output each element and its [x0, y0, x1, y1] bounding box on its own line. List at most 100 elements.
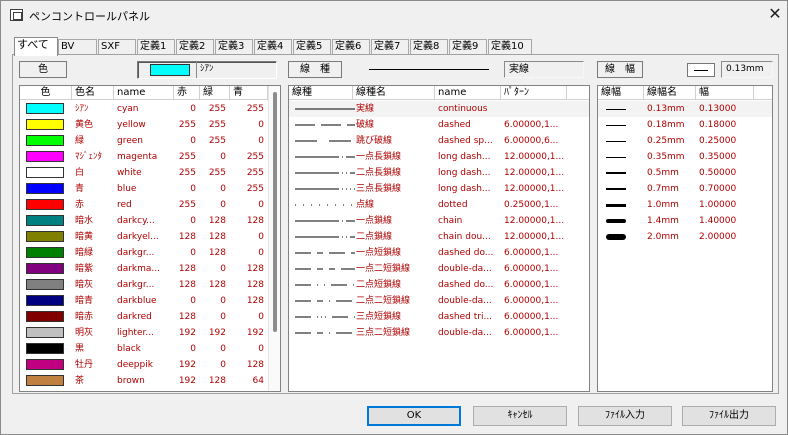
color-swatch: [26, 135, 64, 146]
color-row[interactable]: 黄色 yellow 255 255 0: [20, 117, 280, 133]
tab-13[interactable]: 定義10: [488, 39, 532, 55]
linetype-pattern: 12.00000,1...: [504, 168, 565, 178]
col-header-red[interactable]: 赤: [174, 86, 200, 100]
color-row[interactable]: 明灰 lighter... 192 192 192: [20, 325, 280, 341]
color-row[interactable]: 緑 green 0 255 0: [20, 133, 280, 149]
linetype-pattern: 12.00000,1...: [504, 184, 565, 194]
color-name: yellow: [117, 120, 146, 130]
color-group-label: 色: [19, 61, 67, 78]
color-green: 0: [220, 360, 226, 370]
color-green: 128: [208, 376, 226, 386]
color-row[interactable]: 橙orange2551280: [20, 389, 280, 392]
color-jname: 青: [75, 184, 85, 194]
color-jname: 黒: [75, 344, 85, 354]
tab-7[interactable]: 定義4: [254, 39, 292, 55]
color-red: 255: [178, 168, 196, 178]
linewidth-row[interactable]: 1.0mm 1.00000: [598, 197, 772, 213]
cancel-button[interactable]: ｷｬﾝｾﾙ: [473, 406, 567, 426]
linetype-jname: 実線: [356, 104, 375, 114]
linewidth-value: 2.00000: [699, 232, 737, 242]
tab-10[interactable]: 定義7: [371, 39, 409, 55]
color-list[interactable]: 色 色名 name 赤 緑 青 ｼｱﾝ cyan 0 255 255 黄色 yellow 25…: [19, 85, 281, 392]
tab-4[interactable]: 定義1: [137, 39, 175, 55]
tab-8[interactable]: 定義5: [293, 39, 331, 55]
color-name: darkgr...: [117, 248, 155, 258]
linewidth-row[interactable]: 0.35mm 0.35000: [598, 149, 772, 165]
tab-6[interactable]: 定義3: [215, 39, 253, 55]
color-blue: 255: [246, 184, 264, 194]
color-row[interactable]: 暗水 darkcy... 0 128 128: [20, 213, 280, 229]
color-blue: 255: [246, 104, 264, 114]
linetype-jname: 二点短鎖線: [356, 280, 402, 290]
color-row[interactable]: 黒 black 0 0 0: [20, 341, 280, 357]
col-header-color[interactable]: 色: [20, 86, 72, 100]
color-row[interactable]: 牡丹 deeppik 192 0 128: [20, 357, 280, 373]
linewidth-row[interactable]: 0.18mm 0.18000: [598, 117, 772, 133]
linetype-jname: 一点長鎖線: [356, 152, 402, 162]
color-blue: 128: [246, 280, 264, 290]
linewidth-row[interactable]: 2.0mm 2.00000: [598, 229, 772, 245]
color-green: 128: [208, 248, 226, 258]
color-jname: 牡丹: [75, 360, 94, 370]
tab-1[interactable]: すべて: [14, 37, 58, 56]
linetype-list[interactable]: 線種 線種名 name ﾊﾟﾀｰﾝ 実線 continuous 破線 dashed 6.…: [288, 85, 590, 392]
color-row[interactable]: 暗赤 darkred 128 0 0: [20, 309, 280, 325]
col-header-green[interactable]: 緑: [200, 86, 230, 100]
color-list-scrollbar[interactable]: [268, 86, 280, 391]
color-row[interactable]: 赤 red 255 0 0: [20, 197, 280, 213]
tab-2[interactable]: BV: [58, 39, 97, 55]
linewidth-row[interactable]: 0.5mm 0.50000: [598, 165, 772, 181]
color-swatch: [26, 231, 64, 242]
color-green: 0: [220, 200, 226, 210]
color-row[interactable]: 暗緑 darkgr... 0 128 0: [20, 245, 280, 261]
color-row[interactable]: 暗青 darkblue 0 0 128: [20, 293, 280, 309]
col-header-name[interactable]: name: [114, 86, 174, 100]
col-header-pattern[interactable]: ﾊﾟﾀｰﾝ: [501, 86, 567, 100]
color-row[interactable]: ｼｱﾝ cyan 0 255 255: [20, 101, 280, 117]
tab-11[interactable]: 定義8: [410, 39, 448, 55]
col-header-linewidth-name[interactable]: 線幅名: [644, 86, 696, 100]
color-name: deeppik: [117, 360, 153, 370]
color-row[interactable]: ﾏｼﾞｪﾝﾀ magenta 255 0 255: [20, 149, 280, 165]
color-swatch: [26, 183, 64, 194]
color-row[interactable]: 暗紫 darkma... 128 0 128: [20, 261, 280, 277]
color-swatch: [26, 151, 64, 162]
linewidth-value: 1.00000: [699, 200, 737, 210]
col-header-width[interactable]: 幅: [696, 86, 754, 100]
color-swatch: [26, 391, 64, 392]
col-header-linetype-name[interactable]: name: [435, 86, 501, 100]
color-row[interactable]: 白 white 255 255 255: [20, 165, 280, 181]
linetype-name: dashed sp...: [438, 136, 493, 146]
color-jname: 赤: [75, 200, 85, 210]
col-header-linetype-jname[interactable]: 線種名: [353, 86, 435, 100]
linewidth-list[interactable]: 線幅 線幅名 幅 0.13mm 0.13000 0.18mm 0.18000 0.25m…: [597, 85, 773, 392]
linewidth-row[interactable]: 0.13mm 0.13000: [598, 101, 772, 117]
color-blue: 192: [246, 328, 264, 338]
color-green: 0: [220, 264, 226, 274]
color-row[interactable]: 暗灰 darkgr... 128 128 128: [20, 277, 280, 293]
linewidth-sample-line: [606, 188, 626, 190]
tab-3[interactable]: SXF: [98, 39, 136, 55]
file-output-button[interactable]: ﾌｧｲﾙ出力: [682, 406, 776, 426]
file-input-button[interactable]: ﾌｧｲﾙ入力: [578, 406, 672, 426]
linetype-name: chain dou...: [438, 232, 491, 242]
color-red: 0: [190, 296, 196, 306]
scrollbar-thumb[interactable]: [273, 92, 277, 332]
linewidth-row[interactable]: 0.7mm 0.70000: [598, 181, 772, 197]
linewidth-row[interactable]: 0.25mm 0.25000: [598, 133, 772, 149]
color-row[interactable]: 青 blue 0 0 255: [20, 181, 280, 197]
tab-9[interactable]: 定義6: [332, 39, 370, 55]
color-jname: 暗緑: [75, 248, 94, 258]
close-icon[interactable]: ✕: [765, 4, 785, 24]
color-name: orange: [114, 389, 174, 391]
color-row[interactable]: 暗黄 darkyel... 128 128 0: [20, 229, 280, 245]
linewidth-row[interactable]: 1.4mm 1.40000: [598, 213, 772, 229]
color-red: 192: [178, 328, 196, 338]
color-row[interactable]: 茶 brown 192 128 64: [20, 373, 280, 389]
ok-button[interactable]: OK: [367, 406, 461, 426]
col-header-jname[interactable]: 色名: [72, 86, 114, 100]
col-header-blue[interactable]: 青: [230, 86, 268, 100]
tab-5[interactable]: 定義2: [176, 39, 214, 55]
col-header-linewidth[interactable]: 線幅: [598, 86, 644, 100]
tab-12[interactable]: 定義9: [449, 39, 487, 55]
